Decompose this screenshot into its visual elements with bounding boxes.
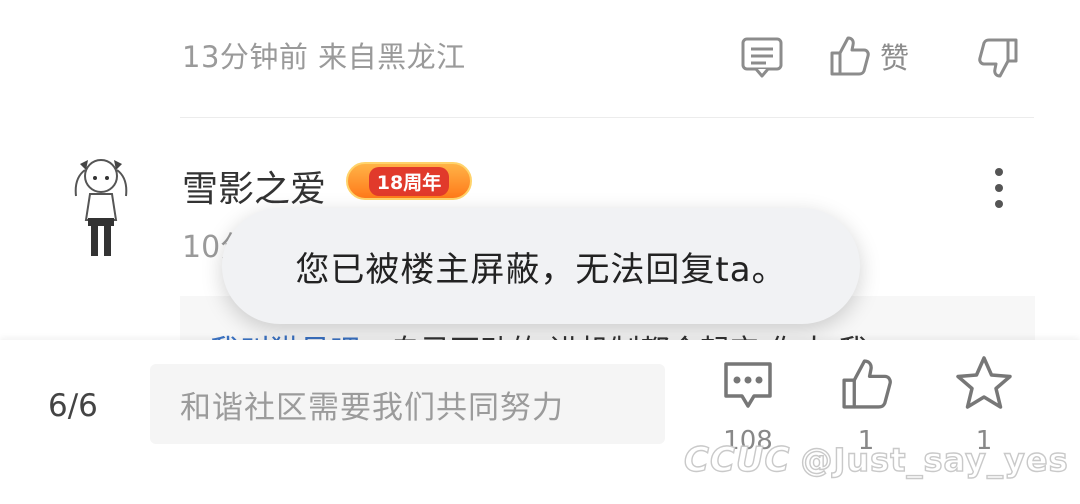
reply-input[interactable]: 和谐社区需要我们共同努力: [150, 364, 665, 444]
anniversary-badge: 18周年: [346, 162, 472, 200]
username[interactable]: 雪影之爱: [182, 160, 326, 212]
favorite-button[interactable]: [954, 354, 1014, 416]
blocked-toast: 您已被楼主屏蔽，无法回复ta。: [222, 208, 860, 324]
more-options-button[interactable]: [988, 166, 1010, 210]
star-icon: [956, 356, 1012, 409]
like-label: 赞: [880, 41, 910, 75]
watermark-handle: @Just_say_yes: [800, 440, 1069, 479]
comment-meta: 13分钟前 来自黑龙江: [182, 40, 466, 74]
thumbs-up-icon: [842, 359, 892, 409]
badge-label: 18周年: [368, 166, 450, 196]
anime-avatar-icon: [74, 159, 128, 256]
page-indicator[interactable]: 6/6: [48, 388, 98, 424]
more-vertical-icon: [995, 168, 1003, 208]
comment-icon: [741, 37, 783, 78]
avatar[interactable]: [66, 150, 136, 260]
like-button[interactable]: 赞: [828, 34, 909, 78]
watermark: CCUC @Just_say_yes: [683, 439, 1069, 480]
chat-bubble-icon: [724, 362, 772, 408]
watermark-logo: CCUC: [683, 439, 791, 480]
thumbs-down-icon: [978, 38, 1018, 78]
comments-button[interactable]: [720, 358, 780, 416]
thumbs-up-icon: [830, 36, 870, 76]
comment-divider: [180, 117, 1034, 118]
dislike-button[interactable]: [976, 36, 1020, 80]
reply-comment-button[interactable]: [740, 36, 784, 78]
bottom-like-button[interactable]: [838, 356, 896, 416]
